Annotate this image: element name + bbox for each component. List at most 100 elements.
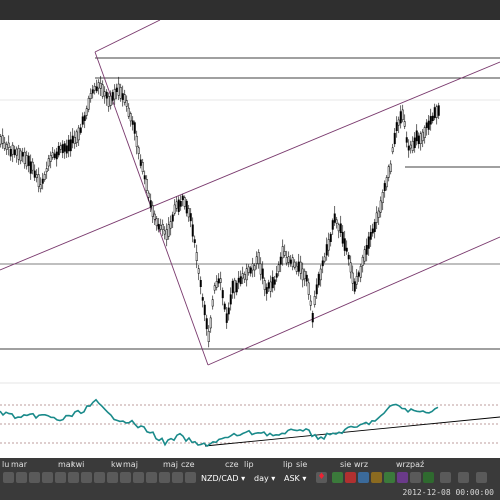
candle-body bbox=[357, 272, 360, 277]
oscillator-line bbox=[0, 398, 439, 448]
toolbar-button-1[interactable] bbox=[3, 472, 14, 483]
candle-body bbox=[245, 268, 248, 281]
candle-body bbox=[415, 130, 418, 142]
candle-body bbox=[105, 91, 108, 99]
candle-body bbox=[265, 287, 268, 294]
candle-body bbox=[7, 142, 10, 148]
candle-body bbox=[309, 300, 312, 306]
channel-middle-line[interactable] bbox=[0, 61, 500, 271]
candle-body bbox=[317, 273, 320, 286]
toolbar-button-11[interactable] bbox=[133, 472, 144, 483]
candle-body bbox=[379, 200, 382, 213]
candle-body bbox=[97, 82, 100, 89]
symbol-selector[interactable]: NZD/CAD ▾ bbox=[201, 472, 245, 485]
x-axis-label-kwi: kwi bbox=[71, 460, 85, 469]
chart-type-bar-icon[interactable] bbox=[345, 472, 356, 483]
candle-body bbox=[207, 330, 210, 342]
toolbar-button-5[interactable] bbox=[55, 472, 66, 483]
candle-body bbox=[209, 317, 212, 329]
candle-body bbox=[73, 136, 76, 145]
candle-body bbox=[143, 175, 146, 180]
candle-body bbox=[65, 145, 68, 154]
toolbar-button-14[interactable] bbox=[172, 472, 183, 483]
candle-body bbox=[249, 267, 252, 274]
x-axis-label-wrz-2: wrz bbox=[396, 460, 411, 469]
x-axis-label-lip: lip bbox=[244, 460, 254, 469]
candle-body bbox=[325, 244, 328, 256]
chart-area[interactable] bbox=[0, 20, 500, 458]
candle-body bbox=[127, 107, 130, 117]
toolbar-button-15[interactable] bbox=[185, 472, 196, 483]
x-axis-label-wrz: wrz bbox=[354, 460, 369, 469]
candle-body bbox=[69, 139, 72, 152]
candle-body bbox=[281, 246, 284, 259]
candle-body bbox=[145, 179, 148, 192]
candle-body bbox=[53, 153, 56, 159]
toolbar-button-4[interactable] bbox=[42, 472, 53, 483]
candle-body bbox=[151, 205, 154, 217]
candle-body bbox=[263, 280, 266, 290]
candle-body bbox=[199, 280, 202, 287]
candle-body bbox=[193, 239, 196, 243]
price-chart-svg[interactable] bbox=[0, 20, 500, 458]
candle-body bbox=[221, 290, 224, 299]
candle-body bbox=[39, 184, 42, 190]
candle-body bbox=[117, 83, 120, 96]
candle-body bbox=[103, 91, 106, 97]
candle-body bbox=[315, 284, 318, 295]
toolbar-button-12[interactable] bbox=[146, 472, 157, 483]
candle-body bbox=[159, 225, 162, 230]
channel-lower-line[interactable] bbox=[207, 236, 500, 366]
candle-body bbox=[227, 307, 230, 315]
channel-upper-line[interactable] bbox=[94, 20, 161, 53]
template-icon[interactable] bbox=[397, 472, 408, 483]
candle-body bbox=[167, 224, 170, 237]
candle-body bbox=[421, 131, 424, 142]
candle-body bbox=[71, 135, 74, 144]
candle-body bbox=[399, 111, 402, 124]
zoom-out-icon[interactable] bbox=[458, 472, 469, 483]
candle-body bbox=[391, 147, 394, 153]
toolbar-button-9[interactable] bbox=[107, 472, 118, 483]
candle-body bbox=[21, 152, 24, 157]
chart-type-candle-icon[interactable] bbox=[332, 472, 343, 483]
toolbar-button-6[interactable] bbox=[68, 472, 79, 483]
period-separator-icon[interactable] bbox=[410, 472, 421, 483]
candle-body bbox=[137, 147, 140, 154]
crosshair-icon[interactable] bbox=[440, 472, 451, 483]
toolbar-button-2[interactable] bbox=[16, 472, 27, 483]
candle-body bbox=[257, 252, 260, 264]
candle-body bbox=[311, 312, 314, 323]
x-axis-label-kw: kw bbox=[111, 460, 123, 469]
candle-body bbox=[365, 245, 368, 255]
candle-body bbox=[295, 265, 298, 272]
indicator-icon[interactable] bbox=[371, 472, 382, 483]
candle-body bbox=[131, 120, 134, 125]
toolbar-button-8[interactable] bbox=[94, 472, 105, 483]
pin-icon[interactable]: ♦ bbox=[316, 472, 327, 483]
zoom-in-icon[interactable] bbox=[423, 472, 434, 483]
candle-body bbox=[91, 89, 94, 94]
toolbar-button-7[interactable] bbox=[81, 472, 92, 483]
candle-body bbox=[347, 254, 350, 260]
chart-type-line-icon[interactable] bbox=[358, 472, 369, 483]
toolbar-button-3[interactable] bbox=[29, 472, 40, 483]
x-axis-label-lu: lu bbox=[2, 460, 10, 469]
candle-body bbox=[125, 100, 128, 107]
candle-body bbox=[335, 219, 338, 224]
price-side-selector[interactable]: ASK ▾ bbox=[284, 472, 306, 485]
candle-body bbox=[367, 236, 370, 249]
candle-body bbox=[299, 261, 302, 274]
candle-body bbox=[45, 168, 48, 173]
candle-body bbox=[259, 263, 262, 275]
candle-body bbox=[153, 213, 156, 220]
timeframe-selector[interactable]: day ▾ bbox=[254, 472, 275, 485]
candle-body bbox=[11, 144, 14, 155]
candle-body bbox=[57, 145, 60, 156]
toolbar-button-10[interactable] bbox=[120, 472, 131, 483]
candle-body bbox=[119, 87, 122, 99]
toolbar-button-13[interactable] bbox=[159, 472, 170, 483]
magnifier-icon[interactable] bbox=[476, 472, 487, 483]
candle-body bbox=[321, 260, 324, 267]
drawing-tool-icon[interactable] bbox=[384, 472, 395, 483]
